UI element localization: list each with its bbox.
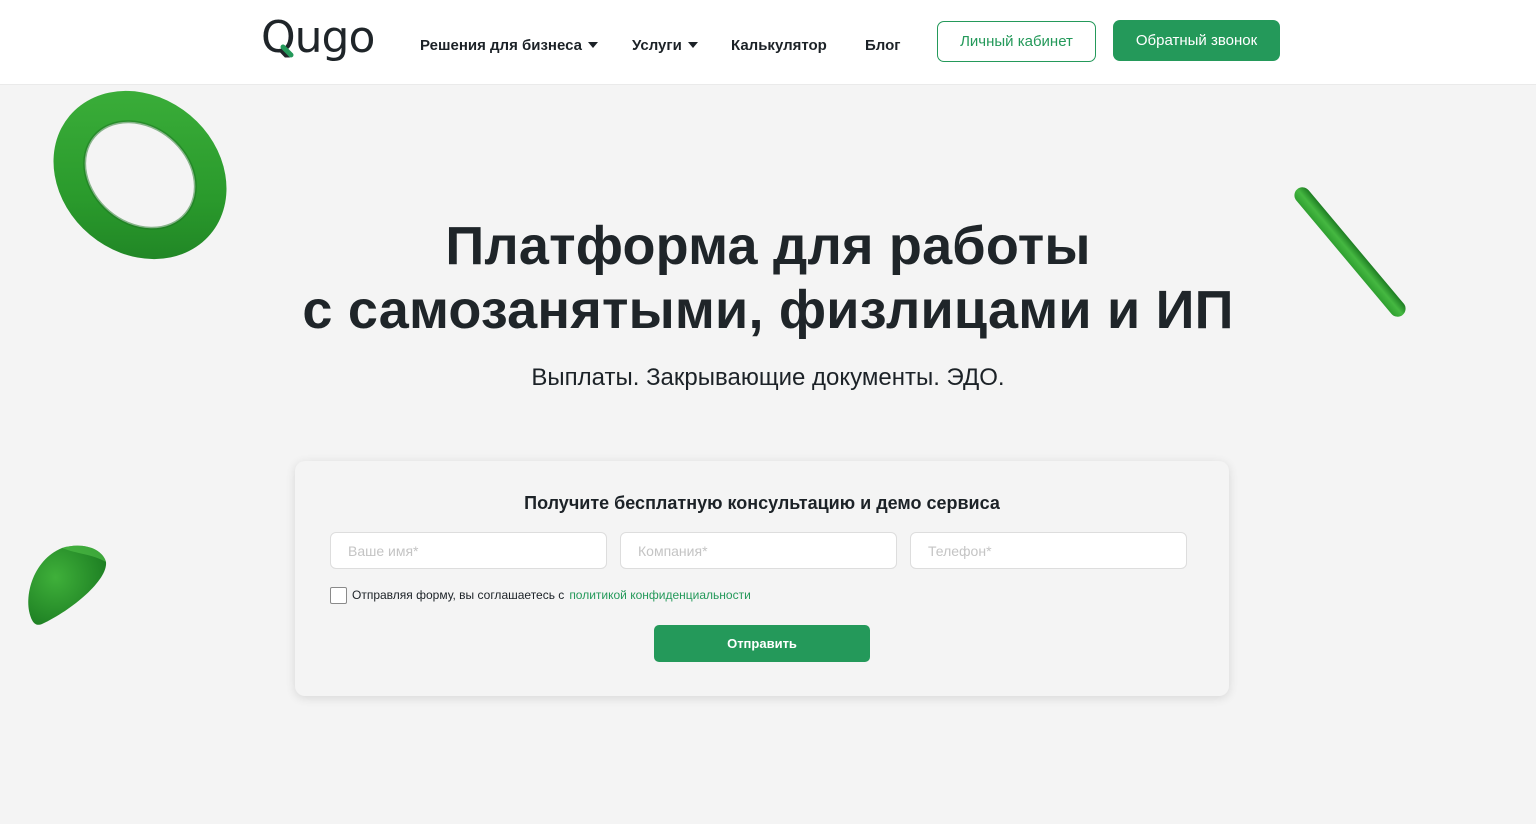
phone-input[interactable] — [910, 532, 1187, 569]
nav-calculator[interactable]: Калькулятор — [731, 35, 827, 55]
hero-title-line2: с самозанятыми, физлицами и ИП — [302, 280, 1234, 340]
personal-cabinet-button[interactable]: Личный кабинет — [937, 21, 1096, 62]
consent-checkbox[interactable] — [330, 586, 347, 604]
nav-calculator-label: Калькулятор — [731, 36, 827, 54]
qugo-logo[interactable]: Qugo — [261, 14, 385, 70]
submit-button[interactable]: Отправить — [654, 625, 870, 662]
consultation-form: Получите бесплатную консультацию и демо … — [295, 461, 1229, 696]
hero-title-line1: Платформа для работы — [445, 216, 1091, 276]
consent-text: Отправляя форму, вы соглашаетесь с — [352, 588, 565, 602]
company-input[interactable] — [620, 532, 897, 569]
form-title: Получите бесплатную консультацию и демо … — [524, 493, 1000, 513]
callback-button[interactable]: Обратный звонок — [1113, 20, 1280, 61]
caret-down-icon — [588, 42, 599, 48]
caret-down-icon — [687, 42, 698, 48]
hero-subtitle: Выплаты. Закрывающие документы. ЭДО. — [531, 364, 1005, 391]
nav-services-label: Услуги — [632, 36, 682, 54]
nav-blog[interactable]: Блог — [865, 35, 901, 55]
nav-blog-label: Блог — [865, 36, 901, 54]
name-input[interactable] — [330, 532, 607, 569]
privacy-policy-link[interactable]: политикой конфиденциальности — [569, 588, 750, 602]
hero-title: Платформа для работы с самозанятыми, физ… — [0, 214, 1536, 342]
svg-text:Qugo: Qugo — [261, 14, 374, 63]
consent-row: Отправляя форму, вы соглашаетесь с полит… — [330, 586, 751, 604]
nav-business-solutions-label: Решения для бизнеса — [420, 36, 583, 54]
green-half-sphere-decoration — [28, 545, 107, 625]
site-header: Qugo Решения для бизнеса Услуги Калькуля… — [0, 0, 1536, 84]
nav-services[interactable]: Услуги — [632, 35, 698, 55]
nav-business-solutions[interactable]: Решения для бизнеса — [420, 35, 599, 55]
